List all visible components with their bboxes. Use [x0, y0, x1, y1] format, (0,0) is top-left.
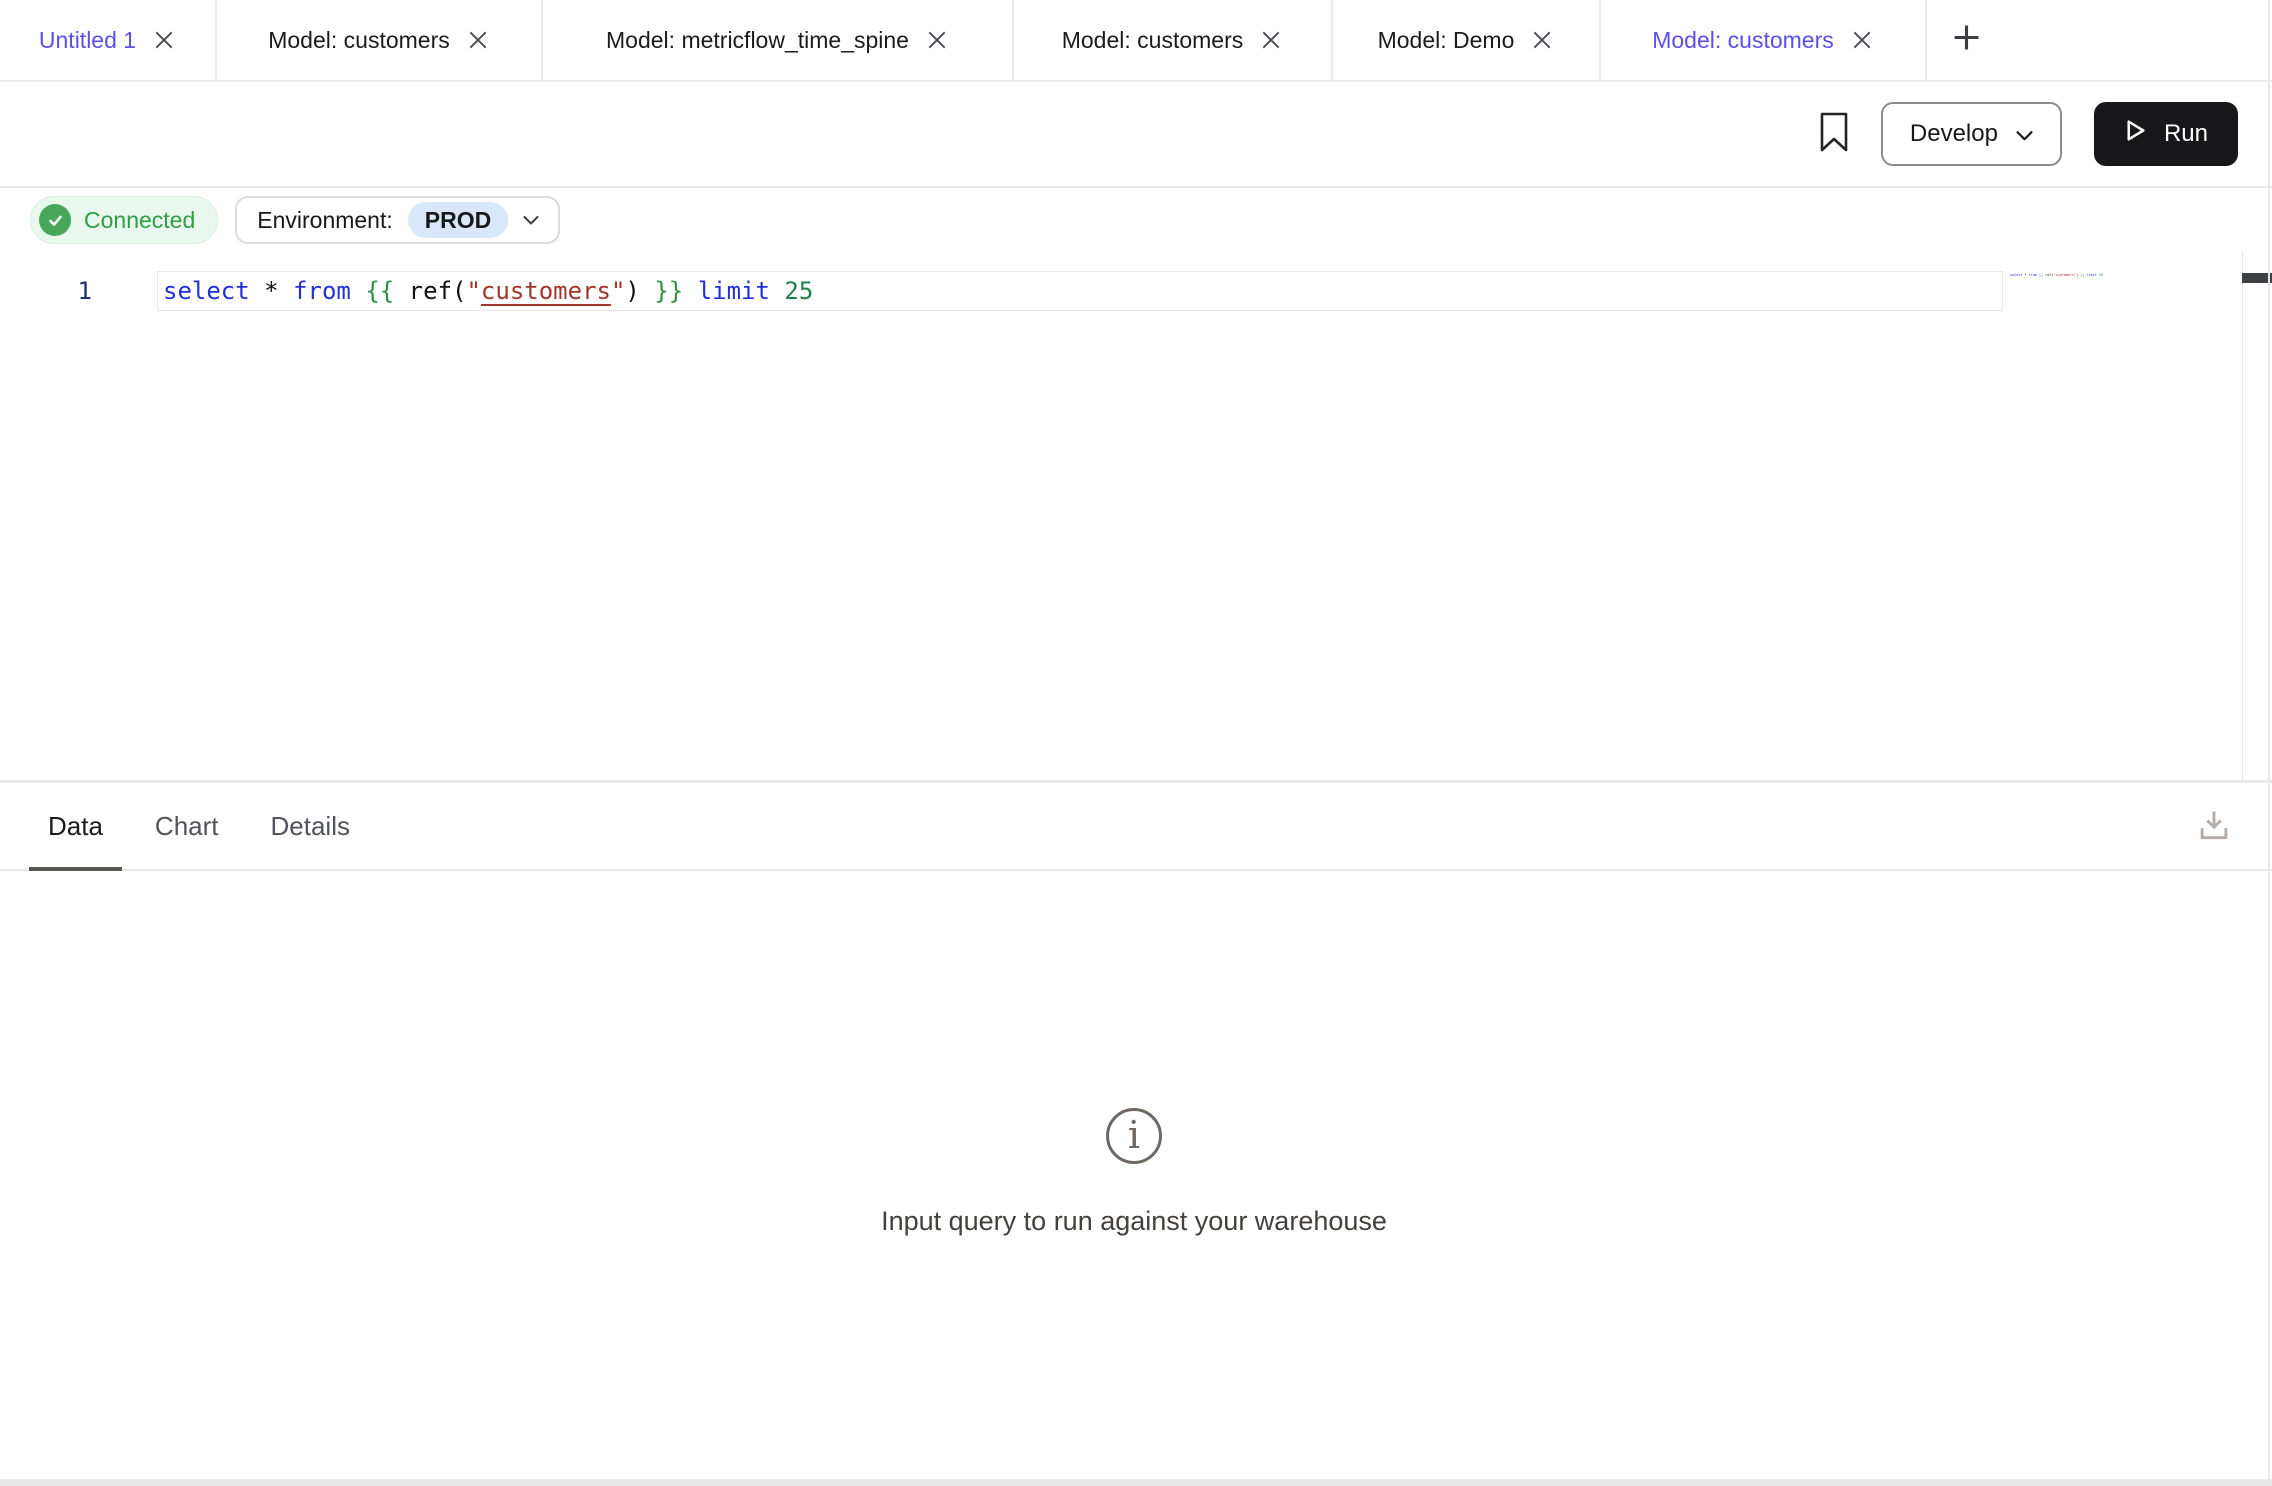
results-tabs: Data Chart Details — [0, 783, 383, 869]
results-empty-state: i Input query to run against your wareho… — [0, 1108, 2268, 1237]
tab-model-demo[interactable]: Model: Demo — [1333, 0, 1601, 80]
sql-editor[interactable]: 1 select * from {{ ref("customers") }} l… — [0, 252, 2272, 780]
tab-label: Untitled 1 — [39, 27, 136, 54]
close-icon[interactable] — [1530, 28, 1554, 52]
page-scrollbar-track — [2268, 0, 2270, 1486]
tab-details[interactable]: Details — [252, 783, 369, 869]
code-token: ) — [625, 277, 654, 305]
code-token: {{ — [365, 277, 408, 305]
empty-state-message: Input query to run against your warehous… — [881, 1206, 1387, 1237]
environment-label: Environment: — [257, 207, 393, 234]
develop-button[interactable]: Develop — [1881, 102, 2062, 166]
run-button[interactable]: Run — [2094, 102, 2238, 166]
tab-label: Model: customers — [268, 27, 450, 54]
check-circle-icon — [39, 204, 71, 236]
editor-tab-bar: Untitled 1 Model: customers Model: metri… — [0, 0, 2272, 82]
code-token: ref( — [409, 277, 467, 305]
tab-chart-label: Chart — [155, 811, 219, 842]
code-token: " — [466, 277, 480, 305]
download-icon — [2195, 806, 2233, 849]
code-token: from — [293, 277, 365, 305]
editor-minimap[interactable]: select * from {{ ref("customers") }} lim… — [2010, 273, 2242, 353]
results-panel-header: Data Chart Details — [0, 783, 2272, 871]
new-tab-button[interactable] — [1927, 0, 1980, 80]
editor-scrollbar-track — [2242, 252, 2271, 780]
chevron-down-icon — [523, 213, 539, 228]
code-line[interactable]: select * from {{ ref("customers") }} lim… — [163, 277, 813, 305]
tab-chart[interactable]: Chart — [136, 783, 238, 869]
minimap-code: select * from {{ ref("customers") }} lim… — [2010, 273, 2043, 277]
plus-icon — [1953, 24, 1980, 56]
connection-status-label: Connected — [84, 207, 195, 234]
toolbar: Develop Run — [0, 82, 2272, 188]
close-icon[interactable] — [1850, 28, 1874, 52]
environment-selector[interactable]: Environment: PROD — [235, 196, 560, 244]
tab-details-label: Details — [271, 811, 350, 842]
status-row: Connected Environment: PROD — [0, 188, 2272, 252]
tab-model-customers-2[interactable]: Model: customers — [1014, 0, 1333, 80]
close-icon[interactable] — [152, 28, 176, 52]
download-results-button[interactable] — [2195, 783, 2233, 871]
line-number: 1 — [52, 277, 92, 305]
code-token: 25 — [784, 277, 813, 305]
tab-model-customers-1[interactable]: Model: customers — [217, 0, 543, 80]
app-window: Untitled 1 Model: customers Model: metri… — [0, 0, 2272, 1486]
develop-button-label: Develop — [1910, 120, 1998, 148]
play-icon — [2124, 118, 2147, 150]
tab-label: Model: metricflow_time_spine — [606, 27, 909, 54]
bookmark-icon — [1819, 111, 1849, 158]
code-token: * — [264, 277, 293, 305]
bookmark-button[interactable] — [1819, 111, 1849, 158]
close-icon[interactable] — [466, 28, 490, 52]
close-icon[interactable] — [925, 28, 949, 52]
code-token-ref-link[interactable]: customers — [481, 277, 611, 305]
tab-data-label: Data — [48, 811, 103, 842]
tab-label: Model: customers — [1652, 27, 1834, 54]
tab-model-customers-3[interactable]: Model: customers — [1601, 0, 1927, 80]
info-icon-glyph: i — [1128, 1116, 1140, 1154]
connection-status-badge: Connected — [30, 196, 218, 244]
chevron-down-icon — [2016, 120, 2033, 148]
bottom-border — [0, 1479, 2272, 1486]
code-token: }} — [654, 277, 697, 305]
info-icon: i — [1106, 1108, 1162, 1164]
tab-model-metricflow-time-spine[interactable]: Model: metricflow_time_spine — [543, 0, 1014, 80]
run-button-label: Run — [2164, 120, 2208, 148]
environment-value-chip: PROD — [408, 202, 508, 238]
code-token: " — [611, 277, 625, 305]
code-token: select — [163, 277, 264, 305]
tab-data[interactable]: Data — [29, 783, 122, 869]
close-icon[interactable] — [1259, 28, 1283, 52]
tab-label: Model: customers — [1062, 27, 1244, 54]
tab-label: Model: Demo — [1378, 27, 1515, 54]
tab-untitled-1[interactable]: Untitled 1 — [0, 0, 217, 80]
code-token: limit — [698, 277, 785, 305]
